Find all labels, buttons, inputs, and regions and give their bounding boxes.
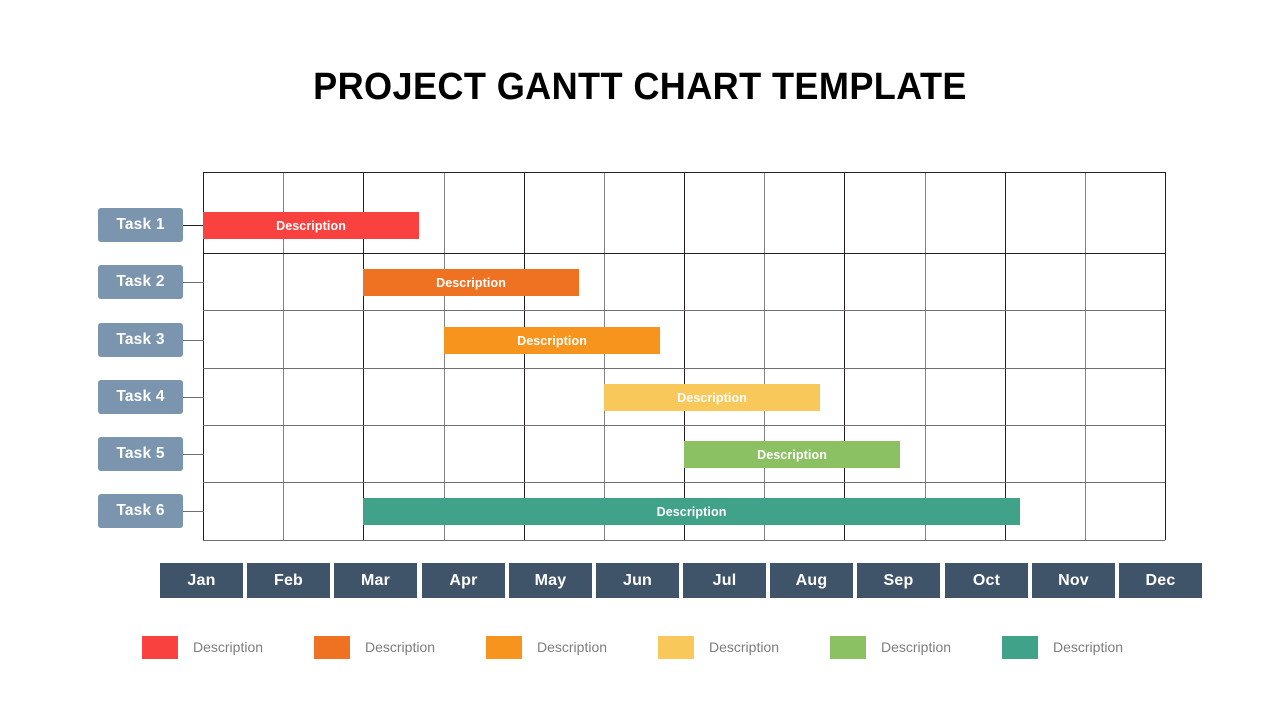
month-cell-feb[interactable]: Feb [247,563,330,598]
month-cell-aug[interactable]: Aug [770,563,853,598]
legend-label-4: Description [709,639,780,655]
gantt-bar-label: Description [757,447,827,462]
gridline-vertical [764,172,765,540]
legend-label-1: Description [193,639,264,655]
month-cell-mar[interactable]: Mar [334,563,417,598]
gridline-horizontal [203,310,1165,311]
legend-swatch-4 [658,635,694,659]
month-cell-sep[interactable]: Sep [857,563,940,598]
month-cell-dec[interactable]: Dec [1119,563,1202,598]
legend-label-3: Description [537,639,608,655]
legend-swatch-5 [830,635,866,659]
gantt-bar-task-1[interactable]: Description [203,212,419,239]
legend-item-4[interactable]: Description [658,635,779,659]
gridline-vertical [524,172,525,540]
gridline-horizontal [203,368,1165,369]
legend-label-2: Description [365,639,436,655]
gridline-vertical [604,172,605,540]
task-label-5[interactable]: Task 5 [98,437,183,471]
legend-item-6[interactable]: Description [1002,635,1123,659]
legend-item-1[interactable]: Description [142,635,263,659]
gantt-bar-task-5[interactable]: Description [684,441,900,468]
task-connector-line [182,340,204,341]
gantt-bar-task-4[interactable]: Description [604,384,820,411]
task-connector-line [182,282,204,283]
task-connector-line [182,397,204,398]
gridline-vertical [925,172,926,540]
gridline-vertical [444,172,445,540]
legend-swatch-1 [142,635,178,659]
gantt-bar-label: Description [276,218,346,233]
legend-swatch-2 [314,635,350,659]
gantt-bar-label: Description [656,504,727,519]
legend-item-3[interactable]: Description [486,635,607,659]
gantt-bar-label: Description [436,275,506,290]
month-cell-jun[interactable]: Jun [596,563,679,598]
month-cell-nov[interactable]: Nov [1032,563,1115,598]
gantt-bar-task-2[interactable]: Description [363,269,579,296]
legend-item-5[interactable]: Description [830,635,951,659]
gridline-vertical [684,172,685,540]
legend-label-6: Description [1053,639,1124,655]
gantt-bar-task-6[interactable]: Description [363,498,1020,525]
month-cell-oct[interactable]: Oct [945,563,1028,598]
task-label-4[interactable]: Task 4 [98,380,183,414]
gridline-vertical [1165,172,1166,540]
gridline-vertical [844,172,845,540]
gantt-bar-label: Description [677,390,747,405]
task-label-6[interactable]: Task 6 [98,494,183,528]
task-label-2[interactable]: Task 2 [98,265,183,299]
month-cell-may[interactable]: May [509,563,592,598]
gridline-horizontal [203,540,1165,541]
legend-swatch-3 [486,635,522,659]
month-cell-jan[interactable]: Jan [160,563,243,598]
task-connector-line [182,454,204,455]
month-axis: Jan Feb Mar Apr May Jun Jul Aug Sep Oct Nov Dec [160,563,1206,598]
gridline-horizontal [203,172,1165,173]
gridline-horizontal [203,482,1165,483]
gantt-chart: Task 1 Task 2 Task 3 Task 4 Task 5 Task 6 Des… [0,0,1280,720]
task-label-1[interactable]: Task 1 [98,208,183,242]
task-connector-line [182,511,204,512]
gridline-horizontal [203,425,1165,426]
legend-swatch-6 [1002,635,1038,659]
task-label-3[interactable]: Task 3 [98,323,183,357]
month-cell-apr[interactable]: Apr [422,563,505,598]
legend-label-5: Description [881,639,952,655]
gridline-horizontal [203,253,1165,254]
gantt-bar-label: Description [517,333,587,348]
chart-legend: Description Description Description Descrip… [0,635,1280,661]
legend-item-2[interactable]: Description [314,635,435,659]
task-connector-line [182,225,204,226]
gantt-bar-task-3[interactable]: Description [444,327,660,354]
month-cell-jul[interactable]: Jul [683,563,766,598]
gridline-vertical [1005,172,1006,540]
gridline-vertical [1085,172,1086,540]
